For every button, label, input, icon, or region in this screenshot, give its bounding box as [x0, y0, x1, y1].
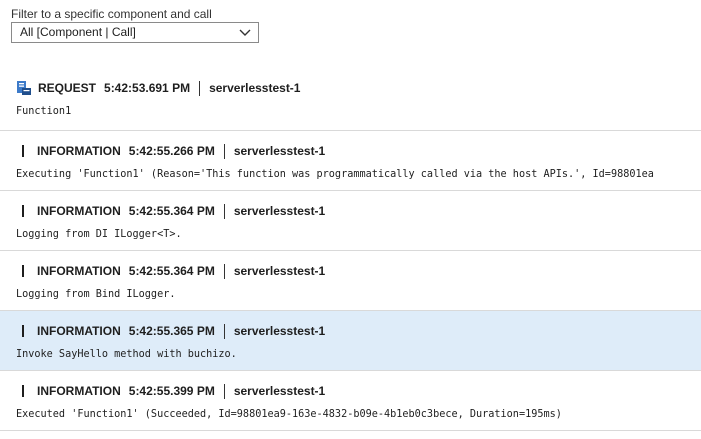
log-level: INFORMATION: [37, 384, 121, 398]
log-source: serverlesstest-1: [233, 144, 326, 158]
log-entry-header: INFORMATION 5:42:55.266 PM serverlesstes…: [22, 143, 325, 159]
log-entry-header: INFORMATION 5:42:55.365 PM serverlesstes…: [22, 323, 325, 339]
log-message: Function1: [16, 106, 72, 117]
log-entry-information[interactable]: INFORMATION 5:42:55.399 PM serverlesstes…: [0, 371, 701, 431]
filter-selected-value: All [Component | Call]: [20, 25, 136, 39]
log-entry-information[interactable]: INFORMATION 5:42:55.364 PM serverlesstes…: [0, 251, 701, 311]
log-source: serverlesstest-1: [209, 81, 301, 95]
header-separator: [223, 323, 225, 339]
log-timestamp: 5:42:55.364 PM: [128, 204, 215, 218]
severity-bar-icon: [22, 205, 24, 217]
log-level: REQUEST: [38, 81, 97, 95]
log-message: Executing 'Function1' (Reason='This func…: [16, 169, 654, 180]
chevron-down-icon: [239, 29, 251, 36]
request-icon: [17, 81, 31, 95]
log-entry-information-selected[interactable]: INFORMATION 5:42:55.365 PM serverlesstes…: [0, 311, 701, 371]
header-separator: [199, 80, 201, 96]
log-source: serverlesstest-1: [233, 324, 326, 338]
log-entry-header: REQUEST 5:42:53.691 PM serverlesstest-1: [16, 80, 300, 96]
log-entry-header: INFORMATION 5:42:55.399 PM serverlesstes…: [22, 383, 325, 399]
log-timestamp: 5:42:53.691 PM: [104, 81, 191, 95]
log-list: REQUEST 5:42:53.691 PM serverlesstest-1 …: [0, 69, 701, 431]
log-source: serverlesstest-1: [233, 264, 326, 278]
header-separator: [223, 263, 225, 279]
filter-label: Filter to a specific component and call: [11, 7, 212, 21]
log-entry-information[interactable]: INFORMATION 5:42:55.266 PM serverlesstes…: [0, 131, 701, 191]
severity-bar-icon: [22, 385, 24, 397]
log-source: serverlesstest-1: [233, 384, 326, 398]
log-entry-header: INFORMATION 5:42:55.364 PM serverlesstes…: [22, 263, 325, 279]
log-entry-request[interactable]: REQUEST 5:42:53.691 PM serverlesstest-1 …: [0, 69, 701, 131]
header-separator: [223, 383, 225, 399]
log-message: Executed 'Function1' (Succeeded, Id=9880…: [16, 409, 562, 420]
log-level: INFORMATION: [37, 264, 121, 278]
component-call-filter-dropdown[interactable]: All [Component | Call]: [11, 22, 259, 43]
log-entry-information[interactable]: INFORMATION 5:42:55.364 PM serverlesstes…: [0, 191, 701, 251]
log-level: INFORMATION: [37, 204, 121, 218]
log-message: Logging from Bind ILogger.: [16, 289, 176, 300]
log-level: INFORMATION: [37, 144, 121, 158]
log-timestamp: 5:42:55.364 PM: [128, 264, 215, 278]
log-message: Logging from DI ILogger<T>.: [16, 229, 182, 240]
severity-bar-icon: [22, 325, 24, 337]
log-entry-header: INFORMATION 5:42:55.364 PM serverlesstes…: [22, 203, 325, 219]
log-timestamp: 5:42:55.266 PM: [128, 144, 215, 158]
log-source: serverlesstest-1: [233, 204, 326, 218]
log-message: Invoke SayHello method with buchizo.: [16, 349, 237, 360]
header-separator: [223, 143, 225, 159]
severity-bar-icon: [22, 265, 24, 277]
severity-bar-icon: [22, 145, 24, 157]
log-level: INFORMATION: [37, 324, 121, 338]
log-timestamp: 5:42:55.365 PM: [128, 324, 215, 338]
header-separator: [223, 203, 225, 219]
log-timestamp: 5:42:55.399 PM: [128, 384, 215, 398]
